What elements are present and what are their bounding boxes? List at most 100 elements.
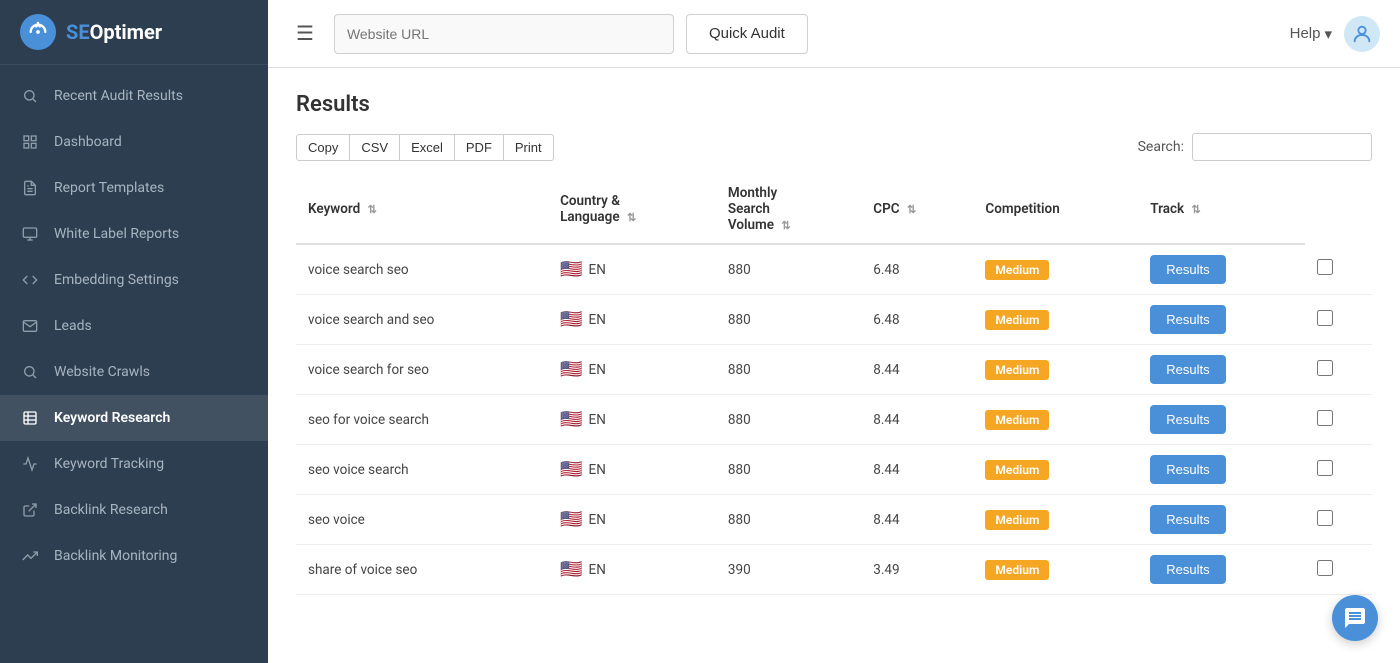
cell-volume-1: 880 — [716, 295, 861, 345]
cell-results-6: Results — [1138, 545, 1305, 595]
export-csv-button[interactable]: CSV — [349, 134, 400, 161]
sidebar-item-recent-audit[interactable]: Recent Audit Results — [0, 73, 268, 119]
sort-icon: ⇅ — [1192, 203, 1201, 216]
export-copy-button[interactable]: Copy — [296, 134, 350, 161]
track-checkbox-0[interactable] — [1317, 259, 1333, 275]
language-4: EN — [589, 462, 606, 478]
cell-results-4: Results — [1138, 445, 1305, 495]
sidebar-item-embedding[interactable]: Embedding Settings — [0, 257, 268, 303]
col-header-competition: Competition — [973, 175, 1138, 244]
cell-cpc-4: 8.44 — [861, 445, 973, 495]
cell-cpc-1: 6.48 — [861, 295, 973, 345]
export-print-button[interactable]: Print — [503, 134, 554, 161]
competition-badge-3: Medium — [985, 410, 1049, 430]
cell-keyword-3: seo for voice search — [296, 395, 548, 445]
cell-results-2: Results — [1138, 345, 1305, 395]
sidebar-item-white-label[interactable]: White Label Reports — [0, 211, 268, 257]
cell-track-0 — [1305, 244, 1372, 295]
col-header-cpc[interactable]: CPC ⇅ — [861, 175, 973, 244]
sidebar-item-report-templates[interactable]: Report Templates — [0, 165, 268, 211]
competition-badge-5: Medium — [985, 510, 1049, 530]
cell-competition-2: Medium — [973, 345, 1138, 395]
results-button-0[interactable]: Results — [1150, 255, 1225, 284]
sidebar-label-keyword-tracking: Keyword Tracking — [54, 456, 164, 472]
logo-text: SEOptimer — [66, 20, 162, 44]
col-header-volume[interactable]: MonthlySearchVolume ⇅ — [716, 175, 861, 244]
user-avatar[interactable] — [1344, 16, 1380, 52]
language-5: EN — [589, 512, 606, 528]
quick-audit-button[interactable]: Quick Audit — [686, 14, 808, 54]
table-row: voice search for seo 🇺🇸 EN 880 8.44 Medi… — [296, 345, 1372, 395]
sidebar-item-leads[interactable]: Leads — [0, 303, 268, 349]
table-controls: CopyCSVExcelPDFPrint Search: — [296, 133, 1372, 161]
sort-icon: ⇅ — [907, 203, 916, 216]
results-button-6[interactable]: Results — [1150, 555, 1225, 584]
cell-keyword-6: share of voice seo — [296, 545, 548, 595]
help-button[interactable]: Help ▾ — [1290, 25, 1332, 43]
cell-cpc-0: 6.48 — [861, 244, 973, 295]
language-2: EN — [589, 362, 606, 378]
export-pdf-button[interactable]: PDF — [454, 134, 504, 161]
sidebar-item-backlink-research[interactable]: Backlink Research — [0, 487, 268, 533]
results-button-3[interactable]: Results — [1150, 405, 1225, 434]
cell-competition-6: Medium — [973, 545, 1138, 595]
cell-competition-3: Medium — [973, 395, 1138, 445]
table-body: voice search seo 🇺🇸 EN 880 6.48 Medium R… — [296, 244, 1372, 595]
cell-country-6: 🇺🇸 EN — [548, 545, 716, 595]
cell-keyword-2: voice search for seo — [296, 345, 548, 395]
sidebar-item-dashboard[interactable]: Dashboard — [0, 119, 268, 165]
sidebar-item-keyword-research[interactable]: Keyword Research — [0, 395, 268, 441]
search-label: Search: — [1138, 139, 1184, 155]
sidebar-label-keyword-research: Keyword Research — [54, 410, 170, 426]
track-checkbox-5[interactable] — [1317, 510, 1333, 526]
hamburger-button[interactable]: ☰ — [288, 17, 322, 50]
sidebar-item-website-crawls[interactable]: Website Crawls — [0, 349, 268, 395]
col-header-track[interactable]: Track ⇅ — [1138, 175, 1305, 244]
track-checkbox-6[interactable] — [1317, 560, 1333, 576]
sort-icon: ⇅ — [627, 211, 636, 224]
cell-results-5: Results — [1138, 495, 1305, 545]
chat-bubble[interactable] — [1332, 595, 1378, 641]
sidebar-label-backlink-research: Backlink Research — [54, 502, 168, 518]
cell-volume-3: 880 — [716, 395, 861, 445]
competition-badge-1: Medium — [985, 310, 1049, 330]
url-input[interactable] — [334, 14, 674, 54]
cell-keyword-0: voice search seo — [296, 244, 548, 295]
cell-country-1: 🇺🇸 EN — [548, 295, 716, 345]
search-input[interactable] — [1192, 133, 1372, 161]
sidebar-item-keyword-tracking[interactable]: Keyword Tracking — [0, 441, 268, 487]
cell-results-1: Results — [1138, 295, 1305, 345]
track-checkbox-2[interactable] — [1317, 360, 1333, 376]
cell-cpc-6: 3.49 — [861, 545, 973, 595]
cell-results-0: Results — [1138, 244, 1305, 295]
cell-cpc-3: 8.44 — [861, 395, 973, 445]
embedding-icon — [20, 270, 40, 290]
help-dropdown-icon: ▾ — [1324, 25, 1332, 43]
track-checkbox-1[interactable] — [1317, 310, 1333, 326]
leads-icon — [20, 316, 40, 336]
col-header-country[interactable]: Country &Language ⇅ — [548, 175, 716, 244]
search-area: Search: — [1138, 133, 1372, 161]
results-button-5[interactable]: Results — [1150, 505, 1225, 534]
track-checkbox-3[interactable] — [1317, 410, 1333, 426]
cell-country-4: 🇺🇸 EN — [548, 445, 716, 495]
dashboard-icon — [20, 132, 40, 152]
col-header-keyword[interactable]: Keyword ⇅ — [296, 175, 548, 244]
results-button-1[interactable]: Results — [1150, 305, 1225, 334]
sidebar-label-report-templates: Report Templates — [54, 180, 164, 196]
help-label: Help — [1290, 25, 1321, 42]
results-button-4[interactable]: Results — [1150, 455, 1225, 484]
cell-country-3: 🇺🇸 EN — [548, 395, 716, 445]
cell-competition-5: Medium — [973, 495, 1138, 545]
results-button-2[interactable]: Results — [1150, 355, 1225, 384]
track-checkbox-4[interactable] — [1317, 460, 1333, 476]
sidebar-label-recent-audit: Recent Audit Results — [54, 88, 183, 104]
export-excel-button[interactable]: Excel — [399, 134, 455, 161]
cell-keyword-1: voice search and seo — [296, 295, 548, 345]
backlink-monitoring-icon — [20, 546, 40, 566]
sidebar-label-white-label: White Label Reports — [54, 226, 179, 242]
cell-competition-0: Medium — [973, 244, 1138, 295]
sidebar-item-backlink-monitoring[interactable]: Backlink Monitoring — [0, 533, 268, 579]
sidebar-label-website-crawls: Website Crawls — [54, 364, 150, 380]
table-row: seo for voice search 🇺🇸 EN 880 8.44 Medi… — [296, 395, 1372, 445]
